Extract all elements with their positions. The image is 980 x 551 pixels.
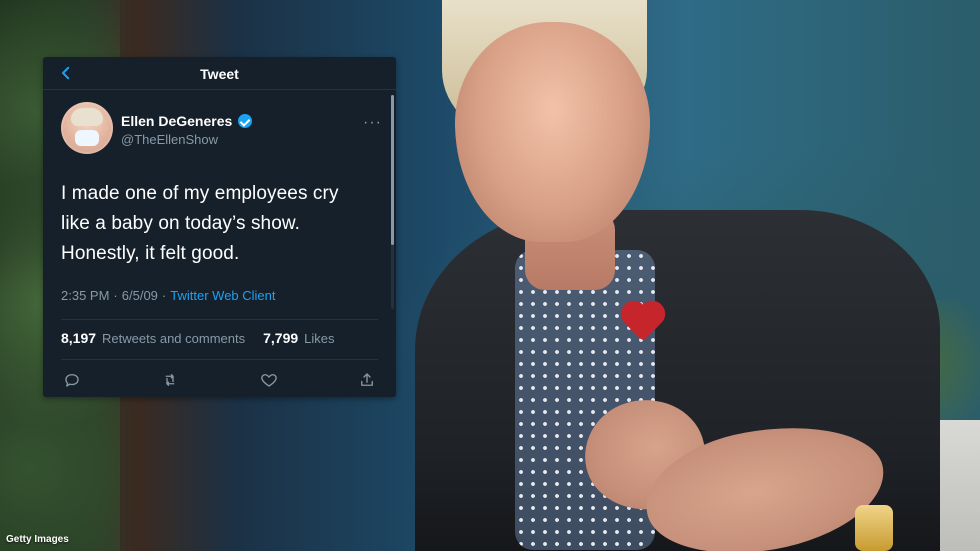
share-button[interactable] — [356, 369, 378, 391]
tweet-source-link[interactable]: Twitter Web Client — [170, 288, 275, 303]
tweet-meta-separator-1: · — [113, 288, 118, 303]
person-photo — [380, 0, 940, 551]
like-button[interactable] — [258, 369, 280, 391]
tweet-topbar: Tweet — [43, 57, 396, 90]
verified-badge-icon — [238, 114, 253, 128]
tweet-time: 2:35 PM — [61, 288, 110, 303]
retweets-comments-count[interactable]: 8,197 — [61, 330, 96, 346]
divider — [61, 359, 378, 360]
author-handle[interactable]: @TheEllenShow — [121, 132, 218, 147]
wristwatch — [855, 505, 893, 551]
author-name-row: Ellen DeGeneres — [121, 112, 253, 130]
tweet-card: Tweet Ellen DeGeneres @TheEllenShow ··· … — [43, 57, 396, 397]
tweet-text: I made one of my employees cry like a ba… — [61, 179, 381, 269]
tweet-text-line-3: Honestly, it felt good. — [61, 243, 240, 264]
tweet-text-line-2: like a baby on today’s show. — [61, 213, 301, 234]
avatar-hair — [71, 108, 103, 126]
tweet-date: 6/5/09 — [121, 288, 158, 303]
tweet-header-title: Tweet — [200, 66, 239, 82]
tweet-stats: 8,197 Retweets and comments 7,799 Likes — [61, 330, 335, 346]
more-icon[interactable]: ··· — [363, 114, 382, 132]
likes-count[interactable]: 7,799 — [263, 330, 298, 346]
tweet-scrollbar[interactable] — [391, 95, 394, 309]
face — [455, 22, 650, 242]
likes-label[interactable]: Likes — [304, 331, 334, 346]
tweet-meta-separator-2: · — [161, 288, 167, 303]
reply-button[interactable] — [61, 369, 83, 391]
author-name[interactable]: Ellen DeGeneres — [121, 113, 232, 129]
share-icon — [361, 373, 373, 386]
heart-icon — [260, 374, 277, 387]
photo-background: Tweet Ellen DeGeneres @TheEllenShow ··· … — [0, 0, 980, 551]
retweet-button[interactable] — [159, 369, 181, 391]
photo-credit: Getty Images — [6, 534, 69, 545]
tweet-meta: 2:35 PM · 6/5/09 · Twitter Web Client — [61, 288, 276, 303]
avatar-mask — [75, 130, 99, 146]
reply-icon — [65, 374, 79, 387]
retweet-icon — [165, 374, 175, 386]
tweet-scroll-thumb[interactable] — [391, 95, 394, 245]
divider — [61, 319, 378, 320]
avatar[interactable] — [61, 102, 113, 154]
tweet-text-line-1: I made one of my employees cry — [61, 183, 339, 204]
tweet-actions — [61, 369, 378, 391]
retweets-comments-label[interactable]: Retweets and comments — [102, 331, 245, 346]
